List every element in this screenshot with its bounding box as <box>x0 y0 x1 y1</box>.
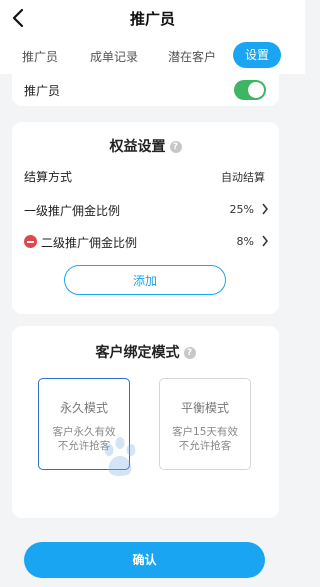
promoter-toggle[interactable] <box>234 80 266 100</box>
binding-mode-card: 客户绑定模式? 永久模式 客户永久有效 不允许抢客 平衡模式 客户15天有效 不… <box>12 326 279 518</box>
level1-commission-label[interactable]: 一级推广佣金比例 <box>24 202 120 219</box>
mode-title: 永久模式 <box>59 401 108 415</box>
chevron-right-icon <box>262 235 268 247</box>
tab-bar: 推广员 成单记录 潜在客户 设置 <box>0 36 305 74</box>
tab-settings[interactable]: 设置 <box>233 42 282 68</box>
rights-title: 权益设置? <box>12 136 279 156</box>
tab-promoter[interactable]: 推广员 <box>22 48 58 65</box>
level2-commission-label[interactable]: 二级推广佣金比例 <box>41 234 137 251</box>
mode-desc-line1: 客户15天有效 <box>172 426 238 438</box>
level2-commission-value: 8% <box>236 235 254 248</box>
top-bar: 推广员 <box>0 0 305 36</box>
add-level-button[interactable]: 添加 <box>64 265 226 295</box>
rights-title-text: 权益设置 <box>109 139 166 155</box>
level1-commission-value: 25% <box>229 203 254 216</box>
mode-title: 平衡模式 <box>180 401 229 415</box>
promoter-toggle-card: 推广员 <box>12 74 279 106</box>
paw-watermark-icon <box>104 437 136 476</box>
help-icon[interactable]: ? <box>183 347 196 359</box>
settlement-label: 结算方式 <box>24 170 73 184</box>
remove-level-icon[interactable] <box>24 235 37 248</box>
binding-title-text: 客户绑定模式 <box>95 345 180 361</box>
help-icon[interactable]: ? <box>169 141 182 153</box>
toggle-knob <box>248 82 264 98</box>
promoter-label: 推广员 <box>24 84 61 98</box>
chevron-right-icon <box>262 203 268 215</box>
tab-potential-customers[interactable]: 潜在客户 <box>168 48 216 65</box>
confirm-button[interactable]: 确认 <box>24 542 265 578</box>
mode-balanced[interactable]: 平衡模式 客户15天有效 不允许抢客 <box>159 378 251 470</box>
settlement-value: 自动结算 <box>221 171 265 184</box>
rights-settings-card: 权益设置? 结算方式 自动结算 一级推广佣金比例 25% 二级推广佣金比例 8%… <box>12 122 279 314</box>
page-title: 推广员 <box>129 10 175 28</box>
mode-desc: 客户15天有效 不允许抢客 <box>160 425 250 453</box>
mode-desc-line2: 不允许抢客 <box>178 440 232 452</box>
tab-order-records[interactable]: 成单记录 <box>90 48 138 65</box>
binding-title: 客户绑定模式? <box>12 342 279 362</box>
